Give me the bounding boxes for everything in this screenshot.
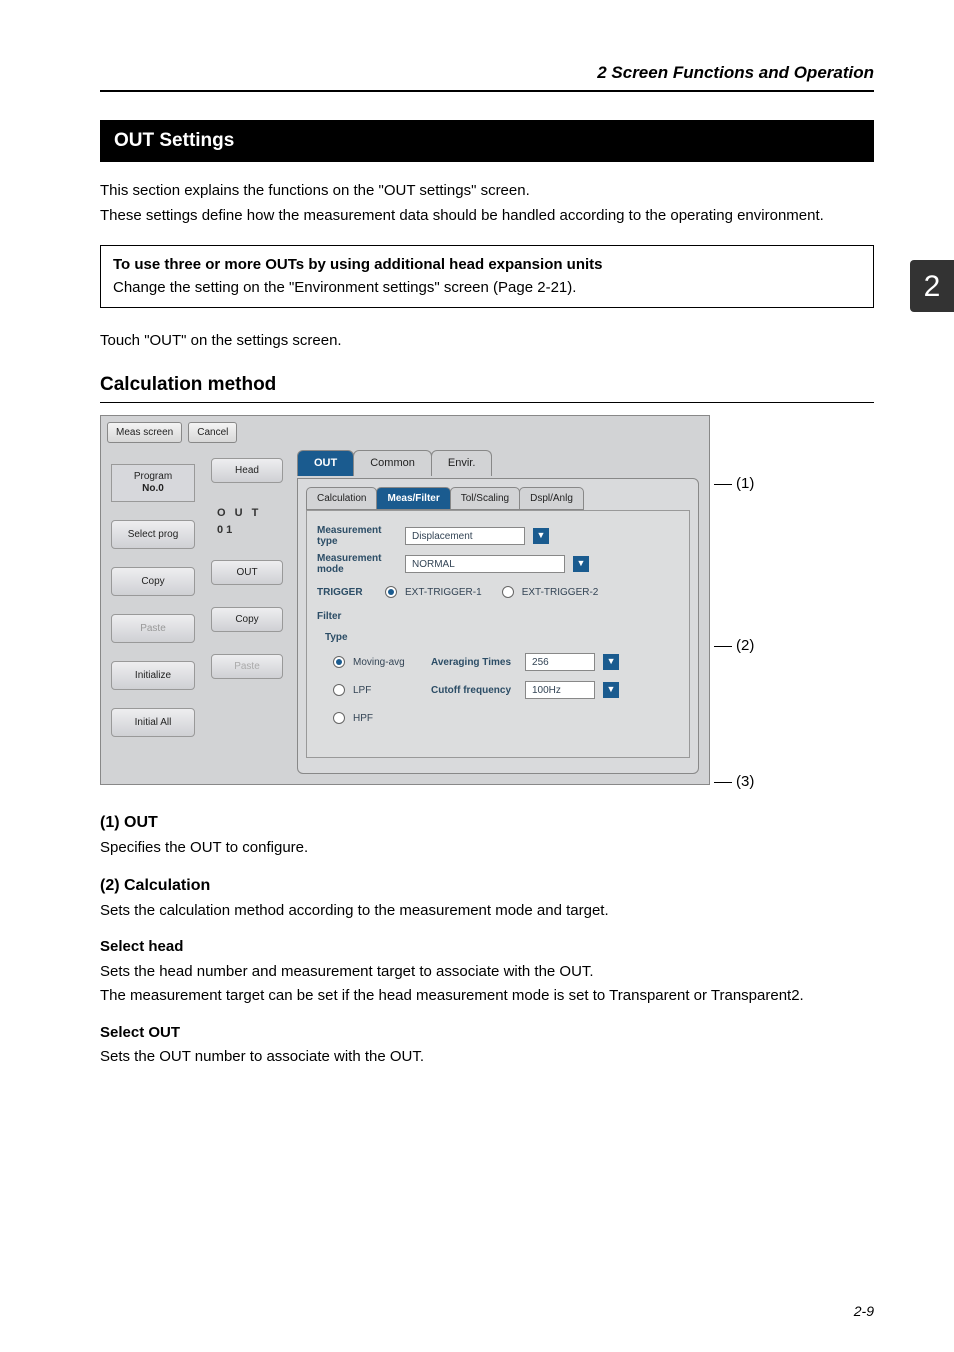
dropdown-icon[interactable]: ▼ <box>603 654 619 670</box>
subtab-tol-scaling[interactable]: Tol/Scaling <box>450 487 520 510</box>
hpf-row: HPF <box>333 707 679 729</box>
out01-label: O U T 01 <box>211 505 283 538</box>
info-box-body: Change the setting on the "Environment s… <box>113 277 861 300</box>
moving-avg-label: Moving-avg <box>353 655 423 670</box>
panel-inner: Measurement type Displacement ▼ Measurem… <box>306 510 690 758</box>
meas-type-value: Displacement <box>412 529 473 544</box>
ext-trigger-2-radio[interactable] <box>502 586 514 598</box>
header-rule: 2 Screen Functions and Operation <box>100 60 874 92</box>
dropdown-icon[interactable]: ▼ <box>533 528 549 544</box>
sub-tabs: Calculation Meas/Filter Tol/Scaling Dspl… <box>298 479 698 510</box>
moving-avg-radio[interactable] <box>333 656 345 668</box>
page-header: 2 Screen Functions and Operation <box>100 60 874 90</box>
out-node[interactable]: OUT <box>211 560 283 585</box>
select-out-body: Sets the OUT number to associate with th… <box>100 1046 874 1069</box>
filter-section-label: Filter <box>317 609 679 624</box>
subtab-dspl-anlg[interactable]: Dspl/Anlg <box>519 487 584 510</box>
tab-envir[interactable]: Envir. <box>431 450 493 476</box>
avg-times-value: 256 <box>532 655 549 670</box>
touch-instruction: Touch "OUT" on the settings screen. <box>100 330 874 353</box>
screenshot-with-annotations: Meas screen Cancel Program No.0 Select p… <box>100 415 874 785</box>
info-box-title: To use three or more OUTs by using addit… <box>113 254 861 277</box>
dropdown-icon[interactable]: ▼ <box>603 682 619 698</box>
section-title-bar: OUT Settings <box>100 120 874 163</box>
ext-trigger-1-radio[interactable] <box>385 586 397 598</box>
s2-body: Sets the calculation method according to… <box>100 900 874 923</box>
select-out-heading: Select OUT <box>100 1022 874 1045</box>
chapter-side-tab: 2 <box>910 260 954 312</box>
info-box: To use three or more OUTs by using addit… <box>100 245 874 308</box>
tab-common[interactable]: Common <box>353 450 432 476</box>
program-label: Program <box>114 471 192 483</box>
intro-text-1: This section explains the functions on t… <box>100 180 874 203</box>
intro-text-2: These settings define how the measuremen… <box>100 205 874 228</box>
hpf-radio[interactable] <box>333 712 345 724</box>
lpf-radio[interactable] <box>333 684 345 696</box>
select-head-body2: The measurement target can be set if the… <box>100 985 874 1008</box>
left-panel: Program No.0 Select prog Copy Paste Init… <box>111 464 195 737</box>
s2-heading: (2) Calculation <box>100 874 874 898</box>
cancel-button[interactable]: Cancel <box>188 422 237 443</box>
lpf-label: LPF <box>353 683 423 698</box>
main-panel: Calculation Meas/Filter Tol/Scaling Dspl… <box>297 478 699 774</box>
settings-screenshot: Meas screen Cancel Program No.0 Select p… <box>100 415 710 785</box>
annotation-2: (2) <box>714 635 754 658</box>
select-head-heading: Select head <box>100 936 874 959</box>
annotation-column: (1) (2) (3) <box>714 415 764 785</box>
tree-column: Head O U T 01 OUT Copy Paste <box>211 458 283 679</box>
tab-out[interactable]: OUT <box>297 450 354 476</box>
tree-copy-button[interactable]: Copy <box>211 607 283 632</box>
ext-trigger-1-label: EXT-TRIGGER-1 <box>405 585 482 600</box>
select-prog-button[interactable]: Select prog <box>111 520 195 549</box>
ext-trigger-2-label: EXT-TRIGGER-2 <box>522 585 599 600</box>
trigger-label: TRIGGER <box>317 587 377 598</box>
subtab-meas-filter[interactable]: Meas/Filter <box>376 487 450 510</box>
cutoff-value: 100Hz <box>532 683 561 698</box>
meas-mode-value: NORMAL <box>412 557 455 572</box>
page-number: 2-9 <box>854 1301 874 1322</box>
select-head-body1: Sets the head number and measurement tar… <box>100 961 874 984</box>
dropdown-icon[interactable]: ▼ <box>573 556 589 572</box>
annotation-1: (1) <box>714 473 754 496</box>
s1-body: Specifies the OUT to configure. <box>100 837 874 860</box>
copy-button[interactable]: Copy <box>111 567 195 596</box>
trigger-row: TRIGGER EXT-TRIGGER-1 EXT-TRIGGER-2 <box>317 581 679 603</box>
meas-type-label: Measurement type <box>317 525 397 547</box>
hpf-label: HPF <box>353 711 373 726</box>
subtab-calculation[interactable]: Calculation <box>306 487 377 510</box>
page: 2 Screen Functions and Operation OUT Set… <box>0 0 954 1352</box>
meas-screen-button[interactable]: Meas screen <box>107 422 182 443</box>
lpf-row: LPF Cutoff frequency 100Hz ▼ <box>333 679 679 701</box>
meas-mode-select[interactable]: NORMAL <box>405 555 565 573</box>
meas-type-row: Measurement type Displacement ▼ <box>317 525 679 547</box>
cutoff-select[interactable]: 100Hz <box>525 681 595 699</box>
s1-heading: (1) OUT <box>100 811 874 835</box>
main-tabs: OUT Common Envir. <box>261 450 491 476</box>
screenshot-topbar: Meas screen Cancel <box>101 416 709 449</box>
meas-mode-row: Measurement mode NORMAL ▼ <box>317 553 679 575</box>
program-indicator: Program No.0 <box>111 464 195 502</box>
subsection-heading: Calculation method <box>100 371 874 404</box>
meas-mode-label: Measurement mode <box>317 553 397 575</box>
avg-times-label: Averaging Times <box>431 655 511 670</box>
tree-paste-button[interactable]: Paste <box>211 654 283 679</box>
paste-button[interactable]: Paste <box>111 614 195 643</box>
annotation-3: (3) <box>714 771 754 794</box>
type-label: Type <box>325 630 679 645</box>
initialize-button[interactable]: Initialize <box>111 661 195 690</box>
meas-type-select[interactable]: Displacement <box>405 527 525 545</box>
avg-times-select[interactable]: 256 <box>525 653 595 671</box>
program-number: No.0 <box>114 483 192 495</box>
moving-avg-row: Moving-avg Averaging Times 256 ▼ <box>333 651 679 673</box>
initial-all-button[interactable]: Initial All <box>111 708 195 737</box>
cutoff-label: Cutoff frequency <box>431 683 511 698</box>
